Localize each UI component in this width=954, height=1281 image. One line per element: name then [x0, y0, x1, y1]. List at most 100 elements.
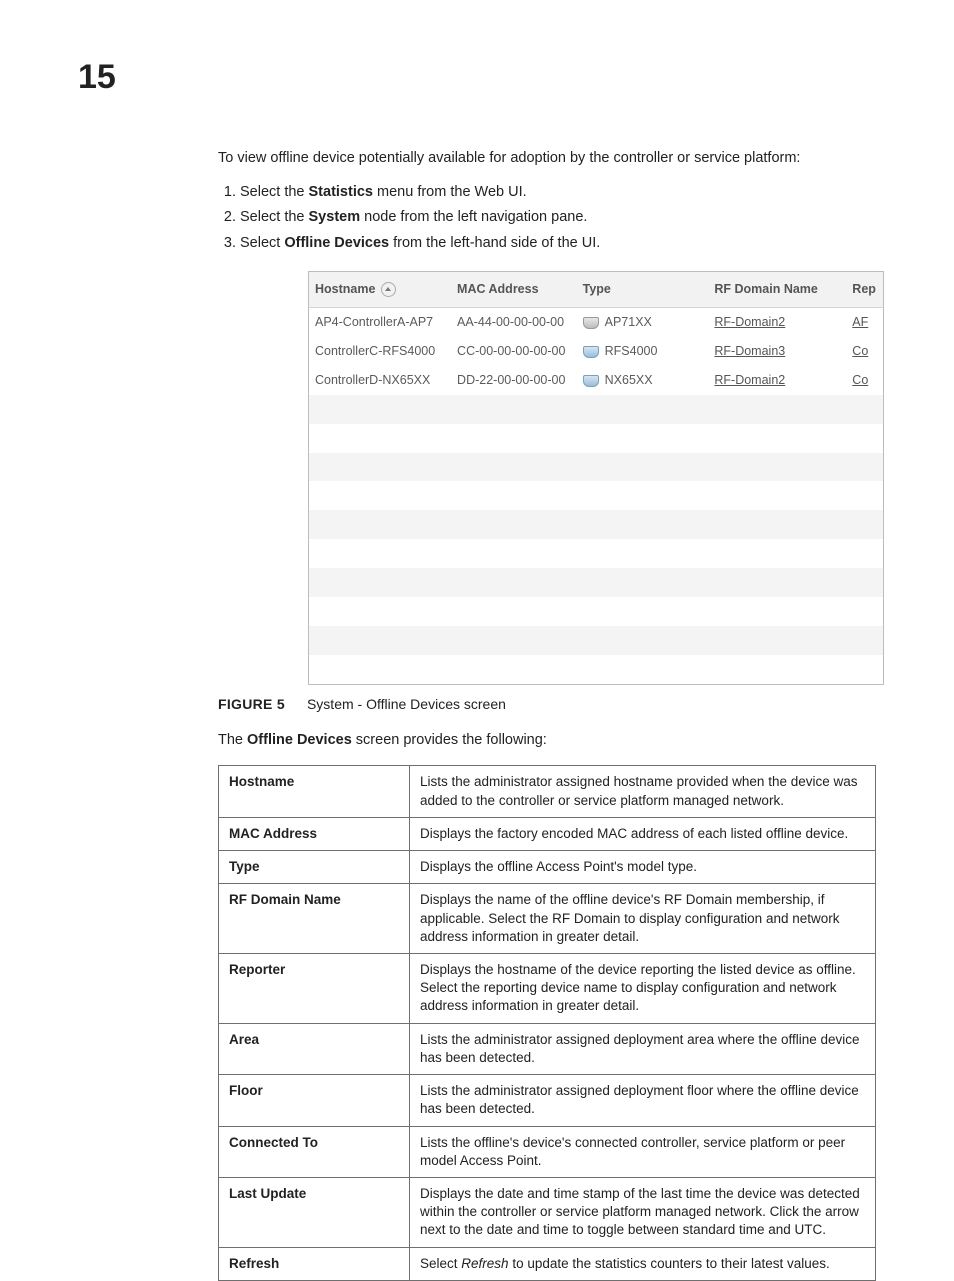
col-reporter[interactable]: Rep [846, 272, 883, 307]
cell-mac: DD-22-00-00-00-00 [451, 366, 577, 395]
device-icon [583, 317, 599, 329]
step-text: menu from the Web UI. [373, 184, 527, 200]
desc-row: FloorLists the administrator assigned de… [219, 1075, 876, 1126]
desc-value: Select Refresh to update the statistics … [410, 1247, 876, 1280]
rf-domain-link[interactable]: RF-Domain3 [714, 344, 785, 358]
device-icon [583, 346, 599, 358]
desc-key: Reporter [219, 953, 410, 1023]
cell-reporter: AF [846, 308, 883, 337]
cell-rf: RF-Domain2 [708, 308, 846, 337]
table-row [309, 481, 883, 510]
table-row[interactable]: AP4-ControllerA-AP7AA-44-00-00-00-00AP71… [309, 308, 883, 337]
intro-text: To view offline device potentially avail… [218, 149, 876, 169]
desc-row: Last UpdateDisplays the date and time st… [219, 1177, 876, 1247]
desc-value: Displays the name of the offline device'… [410, 884, 876, 954]
reporter-link[interactable]: Co [852, 373, 868, 387]
table-row [309, 539, 883, 568]
table-row [309, 510, 883, 539]
cell-mac: AA-44-00-00-00-00 [451, 308, 577, 337]
cell-hostname: ControllerD-NX65XX [309, 366, 451, 395]
cell-type: AP71XX [577, 308, 709, 337]
table-row[interactable]: ControllerC-RFS4000CC-00-00-00-00-00RFS4… [309, 337, 883, 366]
desc-row: TypeDisplays the offline Access Point's … [219, 851, 876, 884]
step-text: Select [240, 235, 284, 251]
cell-reporter: Co [846, 366, 883, 395]
desc-key: Floor [219, 1075, 410, 1126]
desc-key: Last Update [219, 1177, 410, 1247]
step-text: Select the [240, 184, 309, 200]
col-rf-domain[interactable]: RF Domain Name [708, 272, 846, 307]
step-text: from the left-hand side of the UI. [389, 235, 600, 251]
reporter-link[interactable]: AF [852, 315, 868, 329]
step-item: Select Offline Devices from the left-han… [240, 234, 876, 254]
text: The [218, 732, 247, 748]
desc-row: RF Domain NameDisplays the name of the o… [219, 884, 876, 954]
desc-key: RF Domain Name [219, 884, 410, 954]
table-row [309, 424, 883, 453]
table-row [309, 453, 883, 482]
desc-key: Type [219, 851, 410, 884]
cell-mac: CC-00-00-00-00-00 [451, 337, 577, 366]
step-bold: System [309, 209, 361, 225]
rf-domain-link[interactable]: RF-Domain2 [714, 315, 785, 329]
table-row [309, 597, 883, 626]
cell-hostname: ControllerC-RFS4000 [309, 337, 451, 366]
desc-key: Connected To [219, 1126, 410, 1177]
step-bold: Statistics [309, 184, 373, 200]
description-table: HostnameLists the administrator assigned… [218, 765, 876, 1280]
desc-value: Lists the offline's device's connected c… [410, 1126, 876, 1177]
table-row[interactable]: ControllerD-NX65XXDD-22-00-00-00-00NX65X… [309, 366, 883, 395]
cell-rf: RF-Domain2 [708, 366, 846, 395]
desc-value: Lists the administrator assigned hostnam… [410, 766, 876, 817]
desc-value: Displays the factory encoded MAC address… [410, 817, 876, 850]
figure-label: FIGURE 5 [218, 696, 285, 712]
sort-asc-icon[interactable] [381, 282, 396, 297]
screenshot-panel: Hostname MAC Address Type RF Domain Name… [308, 271, 884, 684]
desc-row: MAC AddressDisplays the factory encoded … [219, 817, 876, 850]
chapter-number: 15 [78, 58, 876, 97]
desc-row: Connected ToLists the offline's device's… [219, 1126, 876, 1177]
table-header-row: Hostname MAC Address Type RF Domain Name… [309, 272, 883, 307]
desc-key: Area [219, 1023, 410, 1074]
desc-key: Refresh [219, 1247, 410, 1280]
cell-type: RFS4000 [577, 337, 709, 366]
offline-devices-table: Hostname MAC Address Type RF Domain Name… [309, 272, 883, 683]
desc-row: RefreshSelect Refresh to update the stat… [219, 1247, 876, 1280]
reporter-link[interactable]: Co [852, 344, 868, 358]
cell-hostname: AP4-ControllerA-AP7 [309, 308, 451, 337]
cell-type: NX65XX [577, 366, 709, 395]
desc-value: Displays the date and time stamp of the … [410, 1177, 876, 1247]
col-type[interactable]: Type [577, 272, 709, 307]
table-row [309, 626, 883, 655]
desc-value: Displays the offline Access Point's mode… [410, 851, 876, 884]
figure-caption: FIGURE 5 System - Offline Devices screen [218, 695, 876, 714]
col-hostname[interactable]: Hostname [309, 272, 451, 307]
desc-row: HostnameLists the administrator assigned… [219, 766, 876, 817]
device-icon [583, 375, 599, 387]
desc-value: Lists the administrator assigned deploym… [410, 1023, 876, 1074]
table-body: AP4-ControllerA-AP7AA-44-00-00-00-00AP71… [309, 308, 883, 684]
table-row [309, 568, 883, 597]
desc-value: Lists the administrator assigned deploym… [410, 1075, 876, 1126]
table-row [309, 655, 883, 684]
step-text: node from the left navigation pane. [360, 209, 587, 225]
col-label: Hostname [315, 282, 375, 296]
rf-domain-link[interactable]: RF-Domain2 [714, 373, 785, 387]
text: screen provides the following: [352, 732, 547, 748]
steps-list: Select the Statistics menu from the Web … [218, 183, 876, 254]
desc-key: Hostname [219, 766, 410, 817]
desc-row: ReporterDisplays the hostname of the dev… [219, 953, 876, 1023]
desc-key: MAC Address [219, 817, 410, 850]
table-row [309, 395, 883, 424]
desc-row: AreaLists the administrator assigned dep… [219, 1023, 876, 1074]
step-text: Select the [240, 209, 309, 225]
figure-text: System - Offline Devices screen [307, 696, 506, 712]
desc-value: Displays the hostname of the device repo… [410, 953, 876, 1023]
step-bold: Offline Devices [284, 235, 389, 251]
cell-reporter: Co [846, 337, 883, 366]
col-mac[interactable]: MAC Address [451, 272, 577, 307]
step-item: Select the System node from the left nav… [240, 208, 876, 228]
bold-text: Offline Devices [247, 732, 352, 748]
step-item: Select the Statistics menu from the Web … [240, 183, 876, 203]
cell-rf: RF-Domain3 [708, 337, 846, 366]
